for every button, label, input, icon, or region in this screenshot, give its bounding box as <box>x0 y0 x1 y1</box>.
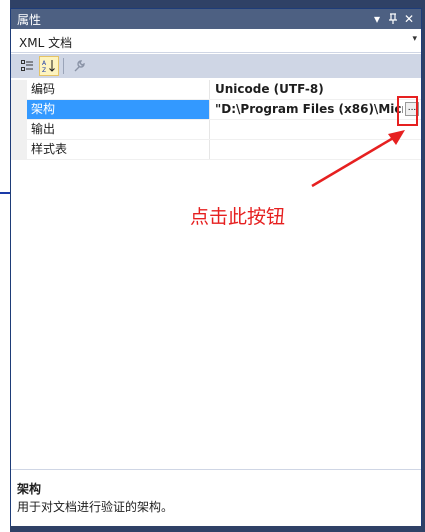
description-title: 架构 <box>17 482 42 496</box>
categorized-icon[interactable] <box>17 56 37 76</box>
chevron-down-icon[interactable]: ▾ <box>412 34 417 44</box>
property-name: 输出 <box>27 120 210 139</box>
property-row-stylesheet[interactable]: 样式表 <box>11 140 421 160</box>
property-row-output[interactable]: 输出 <box>11 120 421 140</box>
description-text: 用于对文档进行验证的架构。 <box>17 500 174 514</box>
close-icon[interactable]: ✕ <box>401 10 417 28</box>
property-value[interactable]: Unicode (UTF-8) <box>211 80 421 99</box>
panel-titlebar: 属性 ▾ ✕ <box>11 9 421 29</box>
panel-title: 属性 <box>17 13 42 27</box>
row-gutter <box>11 80 27 99</box>
property-row-schema[interactable]: 架构 "D:\Program Files (x86)\Micros ... <box>11 100 421 120</box>
property-value[interactable]: "D:\Program Files (x86)\Micros <box>211 100 403 119</box>
row-gutter <box>11 140 27 159</box>
editor-line <box>0 192 10 194</box>
properties-toolbar: A Z <box>11 54 421 78</box>
object-selector-value: XML 文档 <box>19 36 73 50</box>
object-selector[interactable]: XML 文档 ▾ <box>11 30 421 53</box>
annotation-text: 点击此按钮 <box>190 206 286 228</box>
row-gutter <box>11 120 27 139</box>
pin-icon[interactable] <box>385 10 401 28</box>
properties-panel: 属性 ▾ ✕ XML 文档 ▾ A Z 编码 Unicode (UTF-8) 架… <box>10 8 422 526</box>
wrench-icon[interactable] <box>69 56 89 76</box>
svg-text:A: A <box>42 60 47 67</box>
editor-edge <box>0 0 10 532</box>
property-name: 架构 <box>27 100 210 119</box>
annotation-highlight-box <box>397 96 418 126</box>
property-grid: 编码 Unicode (UTF-8) 架构 "D:\Program Files … <box>11 80 421 469</box>
property-name: 编码 <box>27 80 210 99</box>
svg-text:Z: Z <box>42 67 46 73</box>
property-name: 样式表 <box>27 140 210 159</box>
property-value[interactable] <box>211 120 421 139</box>
alphabetical-icon[interactable]: A Z <box>39 56 59 76</box>
property-value[interactable] <box>211 140 421 159</box>
panel-dropdown-button[interactable]: ▾ <box>369 10 385 28</box>
property-row-encoding[interactable]: 编码 Unicode (UTF-8) <box>11 80 421 100</box>
description-pane: 架构 用于对文档进行验证的架构。 <box>11 469 421 526</box>
row-gutter <box>11 100 27 119</box>
toolbar-separator <box>63 58 64 74</box>
